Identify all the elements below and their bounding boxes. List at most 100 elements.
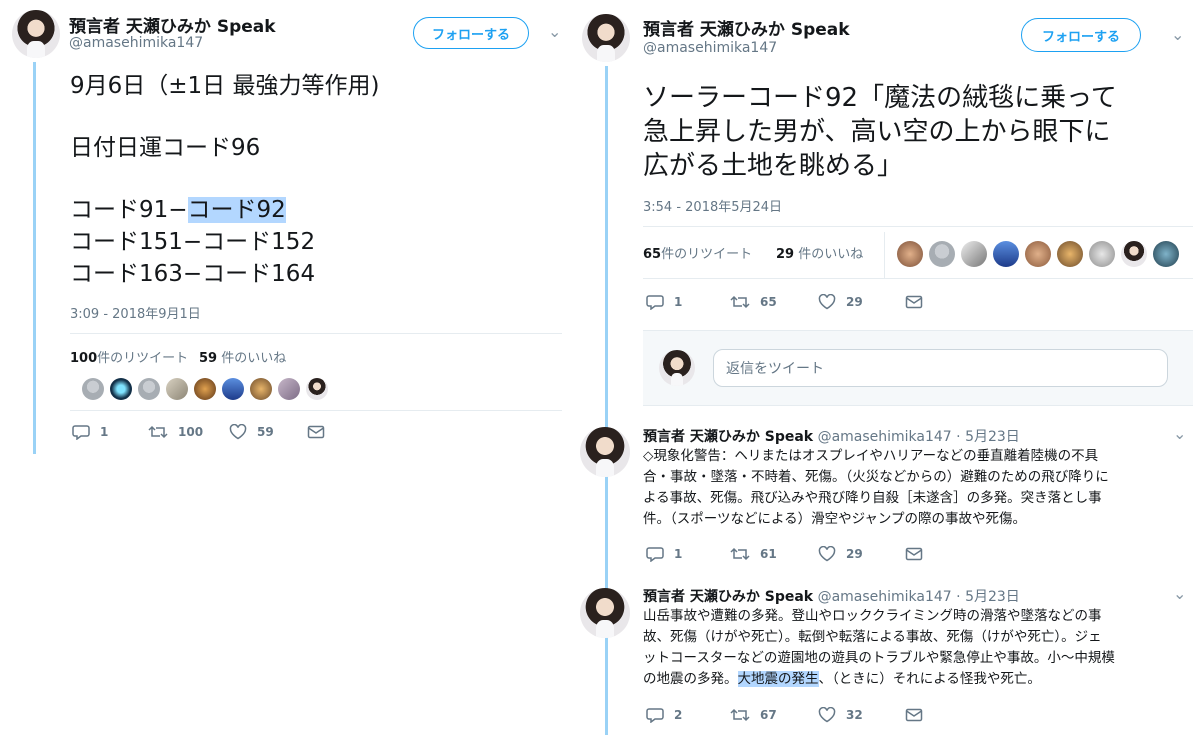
reply-header[interactable]: 預言者 天瀬ひみか Speak @amasehimika147 · 5月23日 — [643, 426, 1020, 446]
like-count[interactable]: 59 件のいいね — [199, 347, 286, 366]
tweet-timestamp[interactable]: 3:09 - 2018年9月1日 — [70, 303, 201, 322]
retweet-button[interactable]: 100 — [148, 424, 203, 440]
stat-number: 65 — [643, 247, 662, 262]
text-line: 件。（スポーツなどによる）滑空やジャンプの際の事故や死傷。 — [643, 511, 1026, 527]
reply-count: 1 — [100, 425, 109, 439]
text-line: 故、死傷（けがや死亡）。転倒や転落による事故、死傷（けがや死亡）。ジェ — [643, 629, 1102, 645]
avatar[interactable] — [582, 14, 630, 62]
reply-button[interactable]: 1 — [646, 546, 682, 562]
stat-label: 件のいいね — [217, 351, 287, 366]
reply-button[interactable]: 1 — [72, 424, 108, 440]
follow-button[interactable]: フォローする — [413, 17, 529, 49]
reply-header[interactable]: 預言者 天瀬ひみか Speak @amasehimika147 · 5月23日 — [643, 586, 1020, 606]
retweet-button[interactable]: 61 — [730, 546, 777, 562]
reply-count: 1 — [674, 295, 683, 309]
message-button[interactable] — [905, 294, 933, 310]
divider — [70, 410, 562, 411]
liker-avatar[interactable] — [897, 241, 923, 267]
reply-count: 2 — [674, 708, 683, 722]
chevron-down-icon[interactable]: ⌄ — [1173, 424, 1186, 443]
reply-icon — [646, 708, 664, 723]
user-handle[interactable]: @amasehimika147 — [69, 35, 203, 51]
tweet-line: コード91−コード92 — [70, 194, 286, 226]
stat-number: 59 — [199, 351, 218, 366]
stat-number: 29 — [776, 247, 795, 262]
tweet-line: 広がる土地を眺める」 — [643, 151, 904, 181]
stat-label: 件のいいね — [794, 247, 864, 262]
user-name[interactable]: 預言者 天瀬ひみか Speak — [69, 12, 276, 37]
tweet-line: ソーラーコード92「魔法の絨毯に乗って — [643, 83, 1117, 113]
tweet-line: 急上昇した男が、高い空の上から眼下に — [643, 117, 1111, 147]
user-name[interactable]: 預言者 天瀬ひみか Speak — [643, 15, 850, 40]
retweet-count: 61 — [760, 547, 777, 561]
avatar[interactable] — [580, 427, 630, 477]
retweet-button[interactable]: 65 — [730, 294, 777, 310]
liker-avatar[interactable] — [1089, 241, 1115, 267]
retweet-icon — [730, 295, 750, 309]
left-tweet-panel: 預言者 天瀬ひみか Speak @amasehimika147 フォローする ⌄… — [0, 0, 580, 735]
message-button[interactable] — [307, 424, 335, 440]
tweet-timestamp[interactable]: 3:54 - 2018年5月24日 — [643, 196, 782, 215]
follow-button[interactable]: フォローする — [1021, 18, 1141, 52]
message-button[interactable] — [905, 546, 933, 562]
like-count[interactable]: 29 件のいいね — [776, 243, 863, 262]
liker-avatar[interactable] — [1057, 241, 1083, 267]
retweet-count: 65 — [760, 295, 777, 309]
retweet-count[interactable]: 100件のリツイート — [70, 347, 188, 366]
retweet-button[interactable]: 67 — [730, 707, 777, 723]
tweet-line: コード163−コード164 — [70, 261, 316, 287]
liker-avatar[interactable] — [250, 378, 272, 400]
liker-avatar[interactable] — [166, 378, 188, 400]
liker-avatar[interactable] — [110, 378, 132, 400]
like-button[interactable]: 29 — [818, 546, 863, 562]
reply-handle-date: @amasehimika147 · 5月23日 — [817, 589, 1020, 605]
liker-avatar[interactable] — [194, 378, 216, 400]
liker-avatar[interactable] — [82, 378, 104, 400]
heart-icon — [818, 294, 836, 310]
reply-text: 山岳事故や遭難の多発。登山やロッククライミング時の滑落や墜落などの事 故、死傷（… — [643, 606, 1163, 690]
user-handle[interactable]: @amasehimika147 — [643, 40, 777, 56]
liker-avatar[interactable] — [306, 378, 328, 400]
like-button[interactable]: 32 — [818, 707, 863, 723]
liker-avatar[interactable] — [961, 241, 987, 267]
chevron-down-icon[interactable]: ⌄ — [548, 22, 561, 41]
highlighted-text: コード92 — [187, 197, 286, 223]
avatar[interactable] — [12, 10, 60, 58]
message-button[interactable] — [905, 707, 933, 723]
heart-icon — [818, 707, 836, 723]
stat-number: 100 — [70, 351, 98, 366]
avatar[interactable] — [580, 588, 630, 638]
liker-avatar[interactable] — [1121, 241, 1147, 267]
reply-composer: 返信をツイート — [643, 330, 1193, 406]
text-line: よる事故、死傷。飛び込みや飛び降り自殺［未遂含］の多発。突き落とし事 — [643, 490, 1102, 506]
stat-label: 件のリツイート — [97, 351, 189, 366]
envelope-icon — [307, 425, 325, 439]
reply-author: 預言者 天瀬ひみか Speak — [643, 589, 814, 605]
reply-count: 1 — [674, 547, 683, 561]
chevron-down-icon[interactable]: ⌄ — [1171, 25, 1184, 44]
right-tweet-panel: 預言者 天瀬ひみか Speak @amasehimika147 フォローする ⌄… — [580, 0, 1200, 735]
like-button[interactable]: 59 — [229, 424, 274, 440]
retweet-count: 100 — [178, 425, 204, 439]
divider — [884, 232, 885, 278]
retweet-icon — [148, 425, 168, 439]
reply-button[interactable]: 1 — [646, 294, 682, 310]
liker-avatar[interactable] — [1025, 241, 1051, 267]
text-line: ットコースターなどの遊園地の遊具のトラブルや緊急停止や事故。小〜中規模 — [643, 650, 1115, 666]
liker-avatar[interactable] — [1153, 241, 1179, 267]
divider — [70, 333, 562, 334]
liker-avatar[interactable] — [138, 378, 160, 400]
retweet-count[interactable]: 65件のリツイート — [643, 243, 752, 262]
reply-input[interactable]: 返信をツイート — [713, 349, 1168, 387]
avatar — [659, 350, 695, 386]
liker-avatar[interactable] — [278, 378, 300, 400]
liker-avatar[interactable] — [222, 378, 244, 400]
reply-icon — [72, 425, 90, 440]
liker-avatar[interactable] — [993, 241, 1019, 267]
like-button[interactable]: 29 — [818, 294, 863, 310]
chevron-down-icon[interactable]: ⌄ — [1173, 584, 1186, 603]
divider — [643, 278, 1193, 279]
liker-avatar[interactable] — [929, 241, 955, 267]
divider — [643, 226, 1193, 227]
reply-button[interactable]: 2 — [646, 707, 682, 723]
